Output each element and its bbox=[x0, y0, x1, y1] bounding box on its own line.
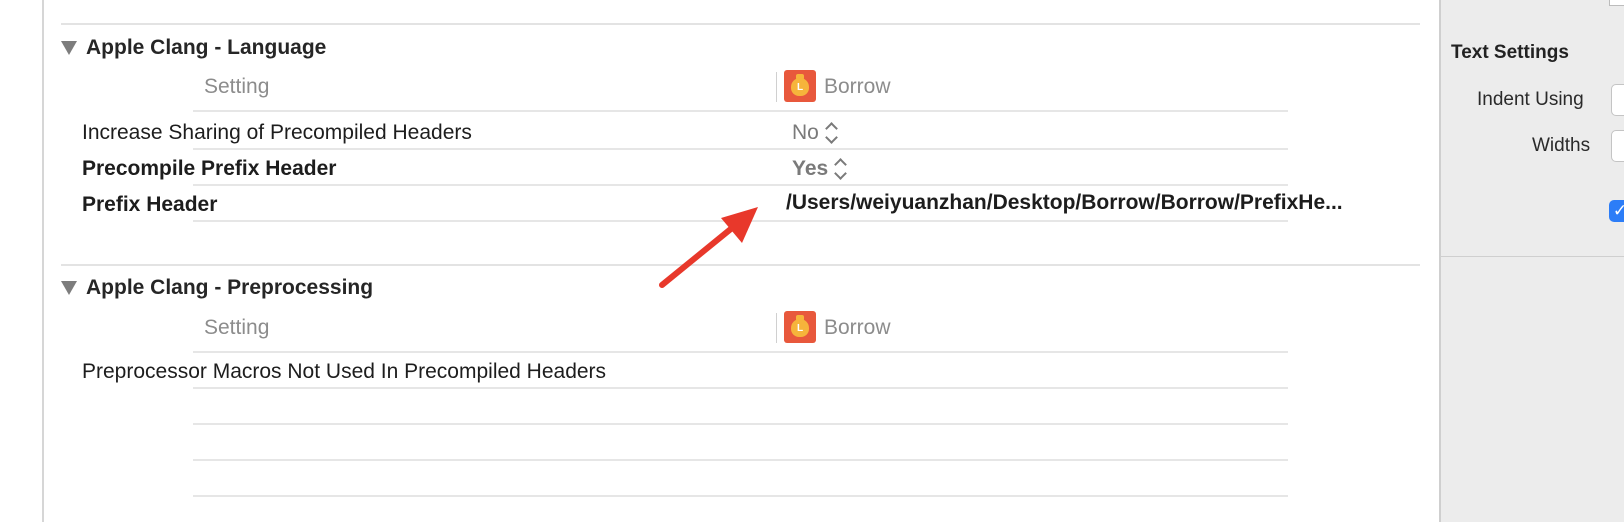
column-header-setting[interactable]: Setting bbox=[204, 316, 269, 340]
inspector-panel: Text Settings Indent Using Widths ✓ bbox=[1439, 0, 1624, 522]
setting-precompile-prefix-header[interactable]: Precompile Prefix Header bbox=[82, 157, 336, 181]
app-target-icon: L bbox=[784, 70, 816, 102]
setting-prefix-header[interactable]: Prefix Header bbox=[82, 193, 217, 217]
setting-increase-sharing[interactable]: Increase Sharing of Precompiled Headers bbox=[82, 121, 472, 145]
column-header-target[interactable]: Borrow bbox=[824, 316, 891, 340]
row-separator bbox=[193, 148, 1288, 150]
widths-field[interactable] bbox=[1611, 130, 1624, 162]
row-separator bbox=[193, 184, 1288, 186]
inspector-title: Text Settings bbox=[1451, 42, 1569, 63]
indent-using-label: Indent Using bbox=[1477, 89, 1584, 110]
app-target-icon: L bbox=[784, 311, 816, 343]
editor-left-border bbox=[42, 0, 44, 522]
column-divider bbox=[776, 313, 777, 343]
inspector-control[interactable] bbox=[1609, 0, 1624, 6]
checkbox-checked-icon[interactable]: ✓ bbox=[1609, 200, 1624, 222]
value-increase-sharing-popup[interactable]: No bbox=[792, 121, 838, 145]
disclosure-triangle-icon[interactable] bbox=[61, 281, 77, 295]
section-divider bbox=[61, 23, 1420, 25]
row-separator bbox=[193, 423, 1288, 425]
column-divider bbox=[776, 72, 777, 102]
value-text: No bbox=[792, 121, 819, 144]
column-header-target[interactable]: Borrow bbox=[824, 75, 891, 99]
widths-label: Widths bbox=[1532, 135, 1591, 156]
value-text: Yes bbox=[792, 157, 829, 180]
section-title: Apple Clang - Preprocessing bbox=[86, 276, 374, 299]
build-settings-editor: Apple Clang - Language Setting L Borrow … bbox=[0, 0, 1439, 522]
row-separator bbox=[193, 387, 1288, 389]
popup-stepper-icon bbox=[826, 123, 838, 143]
value-prefix-header-path[interactable]: /Users/weiyuanzhan/Desktop/Borrow/Borrow… bbox=[786, 191, 1343, 215]
inspector-divider bbox=[1441, 256, 1624, 257]
row-separator bbox=[193, 495, 1288, 497]
red-arrow-icon bbox=[659, 207, 758, 288]
indent-using-popup[interactable] bbox=[1611, 84, 1624, 116]
section-header-apple-clang-language[interactable]: Apple Clang - Language bbox=[61, 36, 326, 60]
row-separator bbox=[193, 110, 1288, 112]
value-precompile-prefix-header-popup[interactable]: Yes bbox=[792, 157, 847, 181]
setting-preprocessor-macros-not-used[interactable]: Preprocessor Macros Not Used In Precompi… bbox=[82, 360, 606, 384]
disclosure-triangle-icon[interactable] bbox=[61, 41, 77, 55]
section-title: Apple Clang - Language bbox=[86, 36, 327, 59]
row-separator bbox=[193, 459, 1288, 461]
section-header-apple-clang-preprocessing[interactable]: Apple Clang - Preprocessing bbox=[61, 276, 373, 300]
popup-stepper-icon bbox=[835, 159, 847, 179]
row-separator bbox=[193, 351, 1288, 353]
column-header-setting[interactable]: Setting bbox=[204, 75, 269, 99]
